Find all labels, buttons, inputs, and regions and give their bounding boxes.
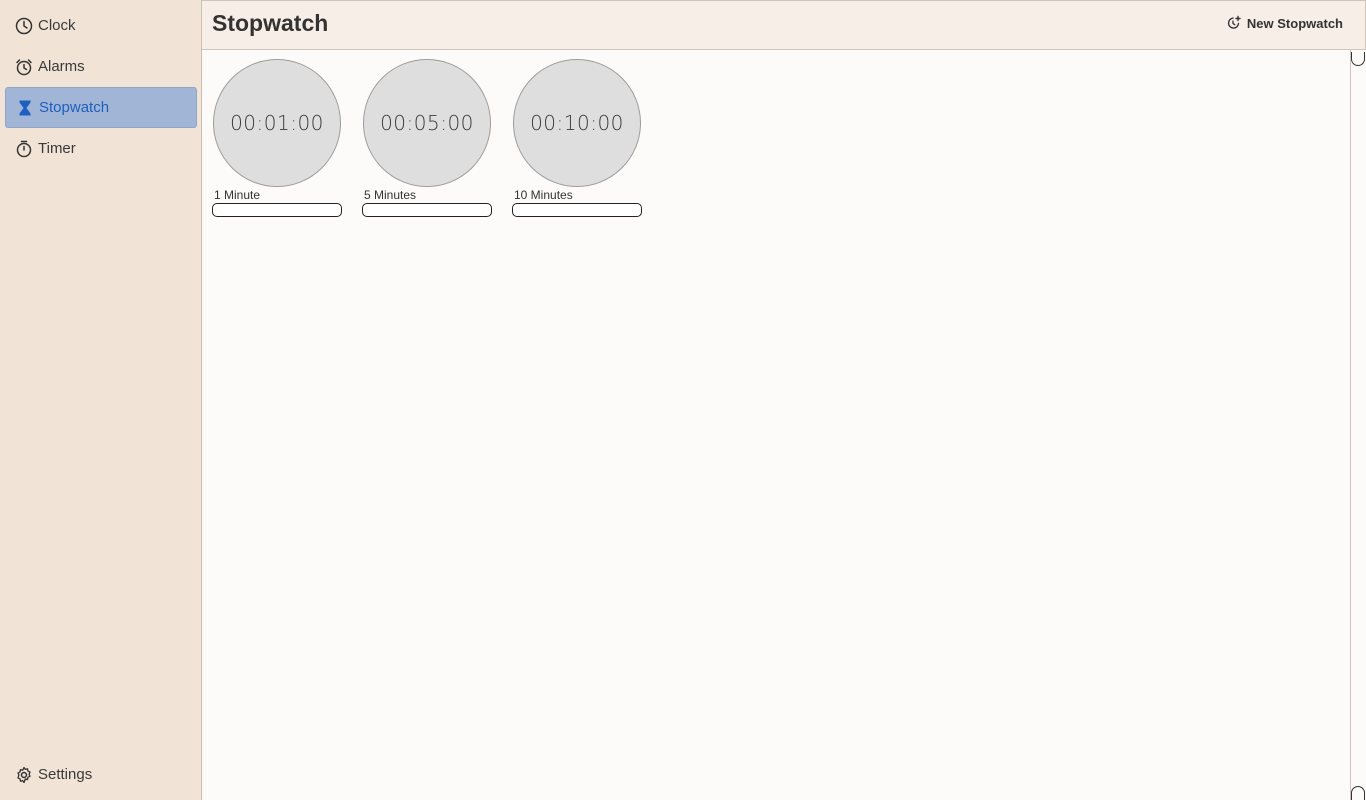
scroll-down-arrow[interactable] bbox=[1351, 786, 1365, 800]
hourglass-icon bbox=[16, 99, 34, 117]
stopwatch-name-field[interactable] bbox=[212, 203, 342, 217]
sidebar-item-label: Stopwatch bbox=[39, 99, 110, 116]
stopwatch-dial[interactable]: 00:05:00 bbox=[363, 59, 491, 187]
stopwatch-label: 10 Minutes bbox=[514, 188, 573, 202]
add-timer-icon bbox=[1226, 15, 1242, 31]
sidebar: Clock Alarms Stopwatch Timer Settings bbox=[0, 0, 202, 800]
header: Stopwatch New Stopwatch bbox=[202, 0, 1366, 50]
stopwatch-dial[interactable]: 00:10:00 bbox=[513, 59, 641, 187]
sidebar-item-label: Alarms bbox=[38, 58, 85, 75]
clock-icon bbox=[15, 17, 33, 35]
new-stopwatch-label: New Stopwatch bbox=[1246, 15, 1343, 31]
timer-icon bbox=[15, 140, 33, 158]
sidebar-item-settings[interactable]: Settings bbox=[5, 754, 197, 795]
stopwatch-name-field[interactable] bbox=[362, 203, 492, 217]
stopwatch-card: 00:01:00 1 Minute bbox=[212, 59, 344, 217]
vertical-scrollbar[interactable] bbox=[1350, 50, 1366, 800]
sidebar-item-clock[interactable]: Clock bbox=[5, 5, 197, 46]
scroll-up-arrow[interactable] bbox=[1351, 52, 1365, 66]
sidebar-item-timer[interactable]: Timer bbox=[5, 128, 197, 169]
stopwatch-label: 5 Minutes bbox=[364, 188, 417, 202]
stopwatch-time: 00:05:00 bbox=[380, 111, 474, 135]
alarm-icon bbox=[15, 58, 33, 76]
new-stopwatch-button[interactable]: New Stopwatch bbox=[1226, 15, 1343, 31]
stopwatch-label: 1 Minute bbox=[214, 188, 261, 202]
stopwatch-time: 00:01:00 bbox=[230, 111, 324, 135]
sidebar-item-alarms[interactable]: Alarms bbox=[5, 46, 197, 87]
sidebar-item-label: Settings bbox=[38, 766, 93, 783]
stopwatch-time: 00:10:00 bbox=[530, 111, 624, 135]
sidebar-item-stopwatch[interactable]: Stopwatch bbox=[5, 87, 197, 128]
stopwatch-dial[interactable]: 00:01:00 bbox=[213, 59, 341, 187]
gear-icon bbox=[15, 766, 33, 784]
stopwatch-card: 00:05:00 5 Minutes bbox=[362, 59, 494, 217]
sidebar-item-label: Timer bbox=[38, 140, 76, 157]
stopwatch-card: 00:10:00 10 Minutes bbox=[512, 59, 644, 217]
stopwatch-list: 00:01:00 1 Minute 00:05:00 5 Minutes 00:… bbox=[202, 50, 1350, 800]
stopwatch-name-field[interactable] bbox=[512, 203, 642, 217]
page-title: Stopwatch bbox=[212, 10, 329, 36]
sidebar-item-label: Clock bbox=[38, 17, 76, 34]
